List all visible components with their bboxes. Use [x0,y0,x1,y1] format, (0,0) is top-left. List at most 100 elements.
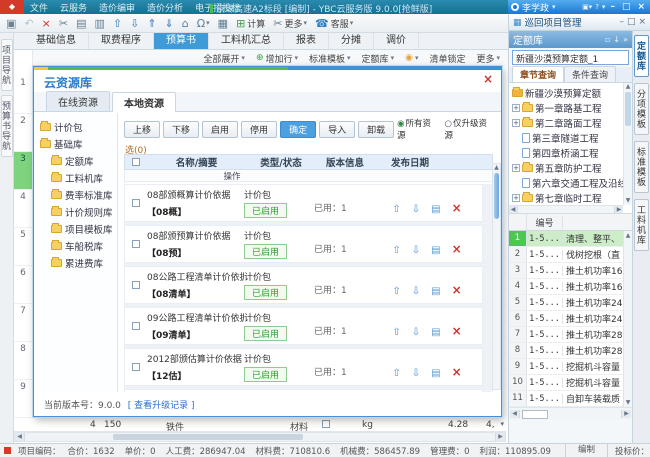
cell-dropdown-icon[interactable]: ▾ [500,420,504,428]
tree-item[interactable]: 定额库 [34,152,117,169]
row-move-down-icon[interactable] [412,328,420,338]
chapter-item[interactable]: + 第一章路基工程 [512,100,623,115]
chapter-item[interactable]: 新疆沙漠预算定额 [512,85,623,100]
expand-icon[interactable] [512,134,520,142]
main-tab[interactable]: 工料机汇总 [209,33,284,49]
dialog-tab[interactable]: 本地资源 [112,92,176,112]
row-move-up-icon[interactable] [392,205,400,215]
undo-icon[interactable]: ↶ [24,18,33,29]
menu-item[interactable]: 云服务 [60,1,87,14]
tree-item[interactable]: 费率标准库 [34,186,117,203]
dialog-button[interactable]: 停用 [241,121,277,138]
select-all-checkbox[interactable] [132,158,140,166]
service-icon[interactable]: ☎ 客服 ▾ [315,17,353,30]
cut-icon[interactable]: ✂ [59,18,68,29]
row-move-down-icon[interactable] [412,246,420,256]
calc-icon[interactable]: ⊞ 计算 [236,17,265,30]
row-edit-icon[interactable] [431,328,440,338]
main-tab[interactable]: 分摊 [329,33,374,49]
expand-icon[interactable] [512,149,520,157]
main-tab[interactable]: 调价 [374,33,419,49]
paste-icon[interactable]: ▥ [94,18,104,29]
main-tab[interactable]: 预算书 [154,33,209,49]
row-edit-icon[interactable] [431,246,440,256]
move-down-icon[interactable]: ⇩ [130,18,139,29]
tool-close-button[interactable] [638,17,646,27]
horizontal-scrollbar[interactable]: ◀ ▶ [14,432,506,442]
home-icon[interactable]: ⌂ [182,18,189,29]
row-delete-icon[interactable] [452,284,462,297]
tree-item[interactable]: 工料机库 [34,169,117,186]
scroll-left-icon[interactable]: ◀ [510,410,520,418]
tree-item[interactable]: 基础库 [34,135,117,152]
mail-icon[interactable]: ▣▾ [582,3,592,11]
09公路工程清单计价依据[interactable]: 09公路工程清单计价依据 【09清单】 计价包 已启用 已用：1 [124,307,483,345]
radio-option[interactable]: 所有资源 [397,117,437,141]
quota-name-input[interactable]: 新疆沙漠预算定额_1 [512,50,629,65]
row-move-up-icon[interactable] [392,328,400,338]
dock-tab[interactable]: 工料机库 [634,199,649,251]
tree-item[interactable]: 累进费库 [34,254,117,271]
pin-icon[interactable] [613,35,620,44]
scroll-left-icon[interactable]: ◀ [15,433,25,441]
grid-vertical-scrollbar[interactable]: ▲ ▼ [623,231,632,407]
chapter-item[interactable]: 第六章交通工程及沿线设施 [512,175,623,190]
main-tab[interactable]: 报表 [284,33,329,49]
tool-minimize-button[interactable] [619,17,624,27]
chapter-item[interactable]: 第三章隧道工程 [512,130,623,145]
nav-tab-budget-book[interactable]: 预算书导航 [1,95,13,157]
dialog-close-icon[interactable]: × [483,72,493,86]
row-move-down-icon[interactable] [412,369,420,379]
chapter-item[interactable]: + 第五章防护工程 [512,160,623,175]
清理、整平、[interactable]: 1 1-5... 清理、整平、 [509,231,632,247]
nav-tab-project[interactable]: 项目导航 [1,39,13,91]
demote-icon[interactable]: ⇓ [165,18,174,29]
chapter-item[interactable]: 第四章桥涵工程 [512,145,623,160]
query-tab[interactable]: 章节查询 [512,66,564,82]
save-icon[interactable]: ▣ [6,18,16,29]
tree-horizontal-scrollbar[interactable]: ◀ ▶ [509,205,623,213]
panel-more-icon[interactable] [623,35,628,44]
user-name[interactable]: 李学政 [522,1,549,14]
dialog-button[interactable]: 卸载 [358,121,394,138]
scroll-thumb[interactable] [113,434,303,440]
dialog-scrollbar[interactable]: ▲ [492,163,501,390]
推土机功率28[interactable]: 8 1-5... 推土机功率28 [509,343,632,359]
row-edit-icon[interactable] [431,369,440,379]
row-delete-icon[interactable] [452,243,462,256]
自卸车装载质[interactable]: 11 1-5... 自卸车装载质 [509,391,632,407]
dock-tab[interactable]: 定额库 [634,35,649,77]
scroll-down-icon[interactable]: ▼ [624,398,632,407]
row-move-up-icon[interactable] [392,369,400,379]
tree-item[interactable]: 项目模板库 [34,220,117,237]
expand-icon[interactable]: + [512,164,520,172]
row-move-down-icon[interactable] [412,287,420,297]
query-tab[interactable]: 条件查询 [564,66,616,82]
tree-item[interactable]: 计价规则库 [34,203,117,220]
row-edit-icon[interactable] [431,205,440,215]
move-up-icon[interactable]: ⇧ [113,18,122,29]
云南省09概算计价依据[interactable]: 云南省09概算计价依据 计价包 [124,389,483,392]
推土机功率28[interactable]: 7 1-5... 推土机功率28 [509,327,632,343]
maximize-button[interactable] [620,2,633,12]
radio-option[interactable]: 仅升级资源 [445,117,493,141]
挖掘机斗容量[interactable]: 10 1-5... 挖掘机斗容量 [509,375,632,391]
row-checkbox[interactable] [132,199,140,207]
user-caret-icon[interactable]: ▾ [552,3,556,11]
row-checkbox[interactable] [132,240,140,248]
dialog-button[interactable]: 下移 [163,121,199,138]
dialog-button[interactable]: 导入 [319,121,355,138]
menu-item[interactable]: 造价分析 [147,1,183,14]
row-move-up-icon[interactable] [392,246,400,256]
scroll-down-icon[interactable]: ▼ [624,197,632,205]
report-icon[interactable]: ▦ [218,18,228,29]
tree-item[interactable]: 车船税库 [34,237,117,254]
cell-checkbox[interactable] [322,420,330,428]
row-checkbox[interactable] [132,322,140,330]
dock-tab[interactable]: 标准模板 [634,141,649,193]
main-tab[interactable]: 取费程序 [89,33,154,49]
08部颁概算计价依据[interactable]: 08部颁概算计价依据 【08概】 计价包 已启用 已用：1 [124,184,483,222]
dialog-tab[interactable]: 在线资源 [46,91,110,111]
2012部颁估算计价依据[interactable]: 2012部颁估算计价依据 【12估】 计价包 已启用 已用：1 [124,348,483,386]
copy-icon[interactable]: ▤ [76,18,86,29]
